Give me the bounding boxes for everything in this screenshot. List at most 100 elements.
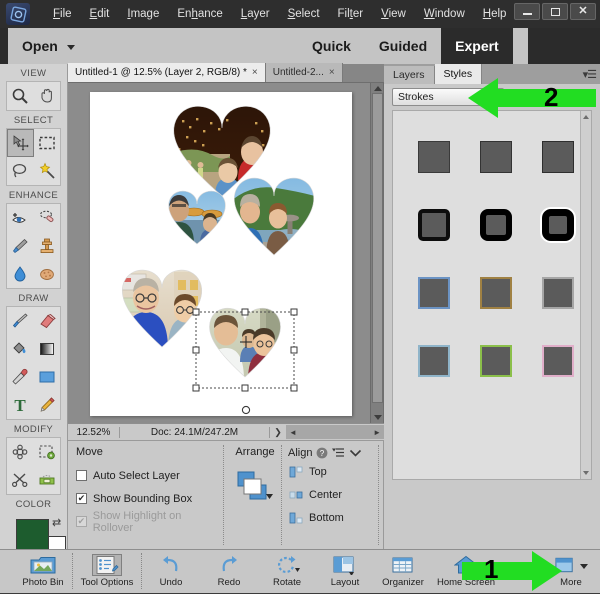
align-top-option[interactable]: Top bbox=[288, 460, 384, 483]
style-swatch[interactable] bbox=[403, 327, 465, 395]
styles-list[interactable] bbox=[392, 110, 592, 480]
foreground-color-swatch[interactable] bbox=[16, 519, 49, 552]
close-icon[interactable]: × bbox=[252, 67, 258, 78]
style-swatch[interactable] bbox=[465, 327, 527, 395]
align-center-option[interactable]: Center bbox=[288, 483, 384, 506]
scroll-down-icon[interactable] bbox=[583, 471, 589, 475]
menu-layer[interactable]: Layer bbox=[232, 5, 279, 23]
chevron-down-icon[interactable] bbox=[580, 564, 588, 569]
auto-select-layer-checkbox[interactable] bbox=[76, 470, 87, 481]
tab-expert[interactable]: Expert bbox=[441, 28, 513, 64]
paint-bucket-tool[interactable] bbox=[7, 335, 34, 363]
eyedropper-icon bbox=[12, 368, 28, 385]
tab-layers[interactable]: Layers bbox=[384, 66, 435, 84]
red-eye-tool[interactable] bbox=[7, 204, 34, 232]
chevron-down-icon[interactable] bbox=[66, 45, 75, 50]
tools-panel: VIEW SELECT ENHANCE DRAW T MODIFY COLOR … bbox=[0, 64, 68, 569]
question-mark-icon[interactable]: ? bbox=[316, 447, 328, 459]
scroll-left-icon[interactable]: ◄ bbox=[289, 428, 297, 437]
menu-view[interactable]: View bbox=[372, 5, 415, 23]
eyedropper-tool[interactable] bbox=[7, 363, 34, 391]
canvas-horizontal-scrollbar[interactable]: ◄ ► bbox=[286, 425, 384, 439]
menu-help[interactable]: Help bbox=[474, 5, 516, 23]
cookie-cutter-tool[interactable] bbox=[7, 438, 34, 466]
align-bottom-option[interactable]: Bottom bbox=[288, 506, 384, 529]
minimize-button[interactable] bbox=[514, 3, 540, 20]
style-swatch[interactable] bbox=[465, 191, 527, 259]
show-bounding-box-checkbox[interactable] bbox=[76, 493, 87, 504]
flyout-menu-icon[interactable] bbox=[332, 447, 345, 458]
menu-edit[interactable]: Edit bbox=[81, 5, 119, 23]
content-aware-move-tool[interactable] bbox=[7, 466, 34, 494]
layout-button[interactable]: Layout bbox=[316, 550, 374, 594]
tab-quick[interactable]: Quick bbox=[298, 28, 365, 64]
move-tool[interactable] bbox=[7, 129, 34, 157]
close-icon[interactable]: × bbox=[329, 67, 335, 78]
menu-file[interactable]: File bbox=[44, 5, 81, 23]
open-button[interactable]: Open bbox=[22, 38, 75, 54]
canvas-vertical-scrollbar[interactable] bbox=[370, 83, 383, 423]
straighten-tool[interactable] bbox=[34, 466, 61, 494]
style-swatch[interactable] bbox=[465, 123, 527, 191]
menu-window[interactable]: Window bbox=[415, 5, 474, 23]
menu-enhance[interactable]: Enhance bbox=[168, 5, 231, 23]
vertical-scroll-thumb[interactable] bbox=[372, 93, 383, 403]
style-swatch[interactable] bbox=[403, 191, 465, 259]
sponge-tool[interactable] bbox=[34, 260, 61, 288]
spot-healing-tool[interactable] bbox=[34, 204, 61, 232]
shape-tool[interactable] bbox=[34, 363, 61, 391]
marquee-tool[interactable] bbox=[34, 129, 61, 157]
canvas-area[interactable] bbox=[68, 83, 384, 423]
undo-button[interactable]: Undo bbox=[142, 550, 200, 594]
document-tab-untitled-2[interactable]: Untitled-2... × bbox=[265, 63, 343, 82]
hand-tool[interactable] bbox=[34, 82, 61, 110]
blur-tool[interactable] bbox=[7, 260, 34, 288]
more-button[interactable]: More bbox=[546, 550, 596, 594]
type-tool[interactable]: T bbox=[7, 391, 34, 419]
option-show-bounding-box[interactable]: Show Bounding Box bbox=[76, 487, 221, 510]
tab-guided[interactable]: Guided bbox=[365, 28, 441, 64]
rotate-button[interactable]: Rotate bbox=[258, 550, 316, 594]
arrange-control[interactable] bbox=[231, 468, 279, 504]
recompose-tool[interactable] bbox=[34, 438, 61, 466]
zoom-level[interactable]: 12.52% bbox=[68, 426, 120, 438]
option-auto-select-layer[interactable]: Auto Select Layer bbox=[76, 464, 221, 487]
style-category-dropdown[interactable]: Strokes bbox=[392, 88, 504, 106]
chevron-down-icon[interactable] bbox=[349, 448, 362, 458]
panel-menu-icon[interactable]: ▾☰ bbox=[583, 68, 597, 81]
tool-options-button[interactable]: Tool Options bbox=[73, 550, 141, 594]
eraser-tool[interactable] bbox=[34, 307, 61, 335]
smart-brush-icon bbox=[13, 238, 28, 254]
clone-stamp-tool[interactable] bbox=[34, 232, 61, 260]
style-swatch[interactable] bbox=[403, 259, 465, 327]
redo-button[interactable]: Redo bbox=[200, 550, 258, 594]
status-expand-icon[interactable]: ❯ bbox=[270, 427, 286, 438]
artboard[interactable] bbox=[90, 92, 352, 416]
photo-bin-button[interactable]: Photo Bin bbox=[14, 550, 72, 594]
scroll-up-icon[interactable] bbox=[374, 86, 382, 91]
organizer-button[interactable]: Organizer bbox=[374, 550, 432, 594]
brush-tool[interactable] bbox=[7, 307, 34, 335]
scroll-down-icon[interactable] bbox=[374, 415, 382, 420]
zoom-tool[interactable] bbox=[7, 82, 34, 110]
scroll-up-icon[interactable] bbox=[583, 115, 589, 119]
eraser-icon bbox=[40, 313, 56, 329]
menu-image[interactable]: Image bbox=[118, 5, 168, 23]
styles-scrollbar[interactable] bbox=[580, 111, 591, 479]
gradient-tool[interactable] bbox=[34, 335, 61, 363]
style-swatch[interactable] bbox=[403, 123, 465, 191]
scroll-right-icon[interactable]: ► bbox=[373, 428, 381, 437]
home-screen-button[interactable]: Home Screen bbox=[432, 550, 500, 594]
menu-select[interactable]: Select bbox=[279, 5, 329, 23]
maximize-button[interactable] bbox=[542, 3, 568, 20]
close-button[interactable]: ✕ bbox=[570, 3, 596, 20]
pencil-tool[interactable] bbox=[34, 391, 61, 419]
tab-styles[interactable]: Styles bbox=[434, 64, 483, 84]
document-tab-untitled-1[interactable]: Untitled-1 @ 12.5% (Layer 2, RGB/8) * × bbox=[68, 63, 266, 82]
style-swatch[interactable] bbox=[465, 259, 527, 327]
lasso-tool[interactable] bbox=[7, 157, 34, 185]
swap-colors-icon[interactable]: ⇄ bbox=[52, 516, 61, 529]
menu-filter[interactable]: Filter bbox=[329, 5, 373, 23]
quick-selection-tool[interactable] bbox=[34, 157, 61, 185]
smart-brush-tool[interactable] bbox=[7, 232, 34, 260]
